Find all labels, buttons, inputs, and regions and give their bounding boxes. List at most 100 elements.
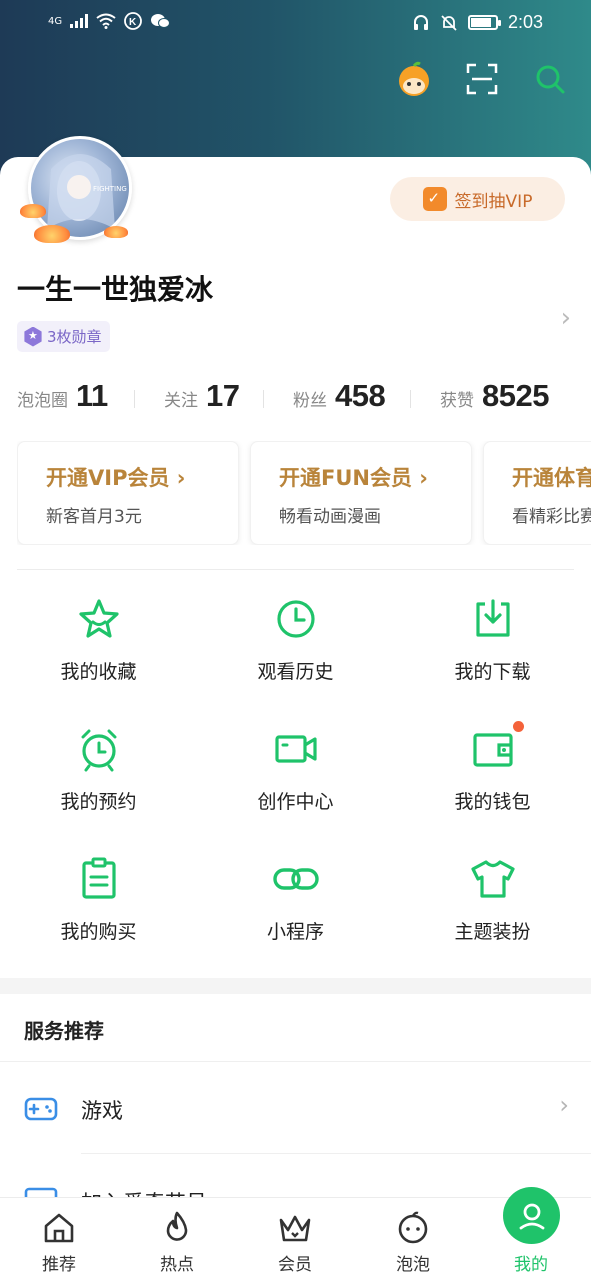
divider (17, 569, 574, 570)
mascot-icon[interactable] (395, 60, 433, 98)
stat-value: 17 (206, 378, 240, 413)
bottom-nav: 推荐 热点 会员 泡泡 我的 (0, 1197, 591, 1280)
stat-label: 关注 (164, 391, 198, 411)
grid-label: 我的收藏 (60, 661, 137, 683)
checkin-label: 签到抽VIP (454, 191, 533, 212)
stat-label: 获赞 (440, 391, 474, 411)
grid-item-history[interactable]: 观看历史 (197, 595, 394, 705)
nav-item-bubble[interactable]: 泡泡 (354, 1198, 472, 1280)
profile-icon[interactable] (503, 1187, 560, 1244)
service-label: 游戏 (81, 1099, 123, 1123)
grid-label: 我的下载 (454, 661, 531, 683)
grid-label: 我的预约 (60, 791, 137, 813)
grid-item-reservations[interactable]: 我的预约 (0, 725, 197, 835)
avatar[interactable]: FIGHTING (28, 136, 132, 240)
header-actions (395, 60, 569, 98)
username[interactable]: 一生一世独爱冰 (17, 268, 213, 308)
network-indicator: 4G (48, 15, 63, 27)
grid-item-creator-center[interactable]: 创作中心 (197, 725, 394, 835)
stat-label: 泡泡圈 (17, 391, 68, 411)
avatar-tag: FIGHTING (93, 185, 127, 193)
nav-label: 热点 (160, 1255, 194, 1275)
stat-likes[interactable]: 获赞 8525 (440, 378, 549, 414)
svg-text:K: K (129, 17, 137, 28)
clock-time: 2:03 (507, 12, 543, 32)
grid-label: 我的钱包 (454, 791, 531, 813)
promo-title: 开通体育 (512, 466, 591, 490)
nav-item-vip[interactable]: 会员 (236, 1198, 354, 1280)
medal-icon (24, 326, 42, 347)
star-icon (75, 595, 123, 643)
battery-icon (467, 15, 501, 30)
profile-stats: 泡泡圈 11 关注 17 粉丝 458 获赞 8525 (17, 378, 577, 418)
home-icon (41, 1210, 77, 1246)
grid-item-wallet[interactable]: 我的钱包 (394, 721, 591, 835)
grid-item-themes[interactable]: 主题装扮 (394, 855, 591, 965)
calendar-check-icon (422, 187, 447, 211)
wallet-icon (469, 721, 524, 773)
promo-subtitle: 新客首月3元 (46, 507, 142, 527)
service-item-games[interactable]: 游戏 › (0, 1063, 591, 1153)
medal-badge[interactable]: 3枚勋章 (17, 321, 110, 352)
stat-value: 11 (76, 378, 108, 413)
alarm-icon (75, 725, 123, 773)
divider (0, 1061, 591, 1062)
divider (410, 390, 411, 408)
grid-item-favorites[interactable]: 我的收藏 (0, 595, 197, 705)
clipboard-icon (75, 855, 123, 903)
membership-promos: 开通VIP会员 › 新客首月3元 开通FUN会员 › 畅看动画漫画 开通体育 看… (17, 441, 591, 545)
grid-item-purchases[interactable]: 我的购买 (0, 855, 197, 965)
headset-icon (413, 14, 428, 30)
nav-label: 我的 (514, 1255, 548, 1275)
camera-icon (272, 725, 320, 773)
lantern-decoration (104, 226, 128, 238)
divider (81, 1153, 591, 1154)
nav-label: 会员 (278, 1255, 312, 1275)
wechat-icon (151, 14, 171, 28)
grid-label: 小程序 (266, 921, 324, 943)
notification-dot (512, 721, 524, 732)
link-icon (272, 855, 320, 903)
lantern-decoration (20, 204, 46, 218)
grid-item-mini-programs[interactable]: 小程序 (197, 855, 394, 965)
flame-icon (159, 1210, 195, 1246)
nav-label: 泡泡 (396, 1255, 430, 1275)
search-icon[interactable] (531, 60, 569, 98)
stat-following[interactable]: 关注 17 (164, 378, 240, 414)
wifi-icon (96, 13, 116, 29)
signal-icon (70, 14, 89, 28)
k-icon: K (124, 12, 143, 30)
chevron-right-icon: › (559, 1091, 569, 1119)
divider (263, 390, 264, 408)
lantern-decoration (34, 225, 70, 243)
checkin-vip-button[interactable]: 签到抽VIP (390, 177, 565, 221)
section-gap (0, 978, 591, 994)
grid-label: 主题装扮 (454, 921, 531, 943)
promo-title: 开通FUN会员 › (279, 466, 428, 490)
grid-item-downloads[interactable]: 我的下载 (394, 595, 591, 705)
gamepad-icon (24, 1091, 58, 1125)
stat-value: 8525 (482, 378, 549, 413)
grid-label: 我的购买 (60, 921, 137, 943)
promo-vip[interactable]: 开通VIP会员 › 新客首月3元 (17, 441, 239, 545)
nav-item-hot[interactable]: 热点 (118, 1198, 236, 1280)
promo-sports[interactable]: 开通体育 看精彩比赛 (483, 441, 591, 545)
stat-value: 458 (335, 378, 386, 413)
shirt-icon (469, 855, 517, 903)
mute-bell-icon (441, 14, 457, 31)
promo-subtitle: 畅看动画漫画 (279, 507, 381, 527)
grid-label: 创作中心 (257, 791, 334, 813)
promo-subtitle: 看精彩比赛 (512, 507, 591, 527)
stat-label: 粉丝 (293, 391, 327, 411)
scan-icon[interactable] (463, 60, 501, 98)
nav-label: 推荐 (42, 1255, 76, 1275)
chevron-right-icon[interactable]: › (561, 303, 571, 333)
services-title: 服务推荐 (24, 1019, 104, 1043)
stat-followers[interactable]: 粉丝 458 (293, 378, 386, 414)
download-icon (469, 595, 517, 643)
divider (134, 390, 135, 408)
nav-item-recommend[interactable]: 推荐 (0, 1198, 118, 1280)
stat-bubbles[interactable]: 泡泡圈 11 (17, 378, 108, 414)
promo-title: 开通VIP会员 › (46, 466, 186, 490)
promo-fun[interactable]: 开通FUN会员 › 畅看动画漫画 (250, 441, 472, 545)
